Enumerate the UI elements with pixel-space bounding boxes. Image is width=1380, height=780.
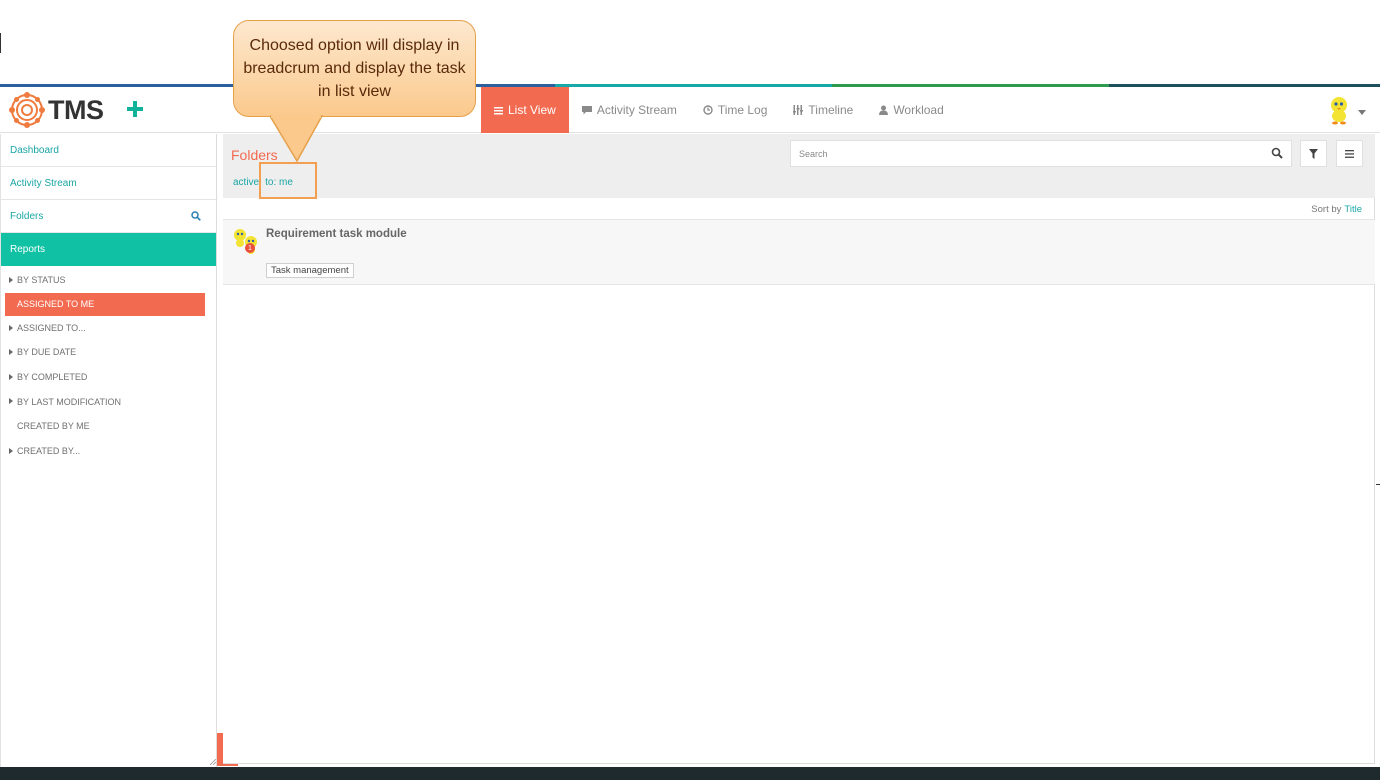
content-header: Folders active to: me: [223, 134, 1375, 198]
view-tabs: List View Activity Stream Time Log Timel…: [481, 87, 957, 133]
search-box: [790, 140, 1292, 167]
sidebar-item-activity-stream[interactable]: Activity Stream: [1, 167, 216, 200]
tab-label: Time Log: [717, 103, 768, 117]
logo-emblem-icon: [9, 92, 45, 128]
report-label: CREATED BY ME: [17, 421, 90, 432]
sort-label: Sort by: [1311, 204, 1342, 215]
text-cursor: [0, 33, 1, 53]
sidebar-item-label: Folders: [10, 210, 44, 222]
tab-workload[interactable]: Workload: [866, 87, 956, 133]
sidebar-item-label: Dashboard: [10, 144, 59, 156]
report-assigned-to-me[interactable]: ASSIGNED TO ME: [5, 292, 205, 316]
report-by-status[interactable]: BY STATUS: [1, 268, 216, 293]
tab-timeline[interactable]: Timeline: [780, 87, 866, 133]
report-by-completed[interactable]: BY COMPLETED: [1, 365, 216, 390]
hamburger-icon: [1345, 149, 1354, 158]
caret-right-icon: [9, 373, 13, 380]
tab-label: Timeline: [808, 103, 854, 117]
avatar: [1331, 97, 1347, 125]
sidebar-item-dashboard[interactable]: Dashboard: [1, 134, 216, 167]
caret-right-icon: [9, 447, 13, 454]
comment-icon: [581, 105, 592, 114]
callout-tail: [270, 115, 324, 163]
app-logo[interactable]: TMS: [8, 92, 104, 128]
main-content: Folders active to: me Sort byTitle: [223, 134, 1375, 764]
top-navbar: TMS List View Activity Stream Time Log T…: [0, 87, 1380, 133]
report-label: CREATED BY...: [17, 445, 81, 456]
task-count-badge: 1: [245, 243, 255, 253]
tab-label: List View: [508, 103, 556, 117]
caret-right-icon: [9, 324, 13, 331]
tab-activity-stream[interactable]: Activity Stream: [569, 87, 690, 133]
callout-text: Choosed option will display in breadcrum…: [243, 37, 466, 100]
report-label: BY COMPLETED: [17, 372, 88, 383]
report-assigned-to[interactable]: ASSIGNED TO...: [1, 316, 216, 341]
menu-button[interactable]: [1336, 140, 1363, 167]
add-button[interactable]: [124, 96, 146, 122]
sidebar-item-label: Activity Stream: [10, 177, 77, 189]
report-label: BY LAST MODIFICATION: [17, 396, 122, 407]
plus-icon: [127, 101, 143, 117]
report-label: ASSIGNED TO ME: [17, 299, 95, 310]
tab-time-log[interactable]: Time Log: [690, 87, 781, 133]
tab-label: Workload: [893, 103, 944, 117]
search-icon[interactable]: [191, 211, 201, 221]
edge-mark: [1376, 484, 1380, 485]
report-list: BY STATUS ASSIGNED TO ME ASSIGNED TO... …: [1, 266, 216, 463]
app-name: TMS: [48, 94, 104, 125]
callout-annotation: Choosed option will display in breadcrum…: [233, 20, 476, 117]
resize-grip-icon[interactable]: [210, 759, 216, 765]
sort-control[interactable]: Sort by Title: [1311, 204, 1362, 215]
user-menu[interactable]: [1326, 95, 1366, 127]
task-folder-tag[interactable]: Task management: [266, 263, 354, 278]
sidebar: Dashboard Activity Stream Folders Report…: [0, 134, 217, 767]
chevron-down-icon: [1358, 110, 1366, 115]
sidebar-item-folders[interactable]: Folders: [1, 200, 216, 233]
sort-bar: Sort by Title: [223, 198, 1375, 220]
clock-icon: [703, 105, 713, 115]
list-icon: [494, 106, 503, 114]
user-icon: [879, 105, 889, 115]
breadcrumb-highlight: [259, 162, 317, 199]
report-by-last-modification[interactable]: BY LAST MODIFICATION: [1, 389, 216, 414]
report-created-by-me[interactable]: CREATED BY ME: [1, 414, 216, 439]
sidebar-item-label: Reports: [10, 244, 46, 255]
report-label: BY STATUS: [17, 275, 66, 286]
report-label: ASSIGNED TO...: [17, 322, 86, 333]
task-row[interactable]: 1 Requirement task module Task managemen…: [223, 220, 1375, 285]
search-input[interactable]: [791, 141, 1261, 166]
filter-icon: [1309, 148, 1318, 159]
tab-list-view[interactable]: List View: [481, 87, 569, 133]
sidebar-item-reports[interactable]: Reports: [1, 233, 216, 266]
caret-right-icon: [9, 277, 13, 283]
filter-button[interactable]: [1300, 140, 1327, 167]
report-label: BY DUE DATE: [17, 347, 77, 358]
bottom-bar: [0, 767, 1380, 780]
sort-value[interactable]: Title: [1344, 204, 1362, 215]
search-icon[interactable]: [1271, 147, 1283, 159]
timeline-bars-icon: [793, 105, 804, 115]
report-by-due-date[interactable]: BY DUE DATE: [1, 340, 216, 365]
report-created-by[interactable]: CREATED BY...: [1, 439, 216, 464]
task-title[interactable]: Requirement task module: [266, 228, 407, 240]
tab-label: Activity Stream: [596, 103, 677, 117]
caret-right-icon: [9, 349, 13, 356]
caret-right-icon: [9, 398, 13, 405]
breadcrumb-item-active[interactable]: active: [233, 177, 259, 188]
